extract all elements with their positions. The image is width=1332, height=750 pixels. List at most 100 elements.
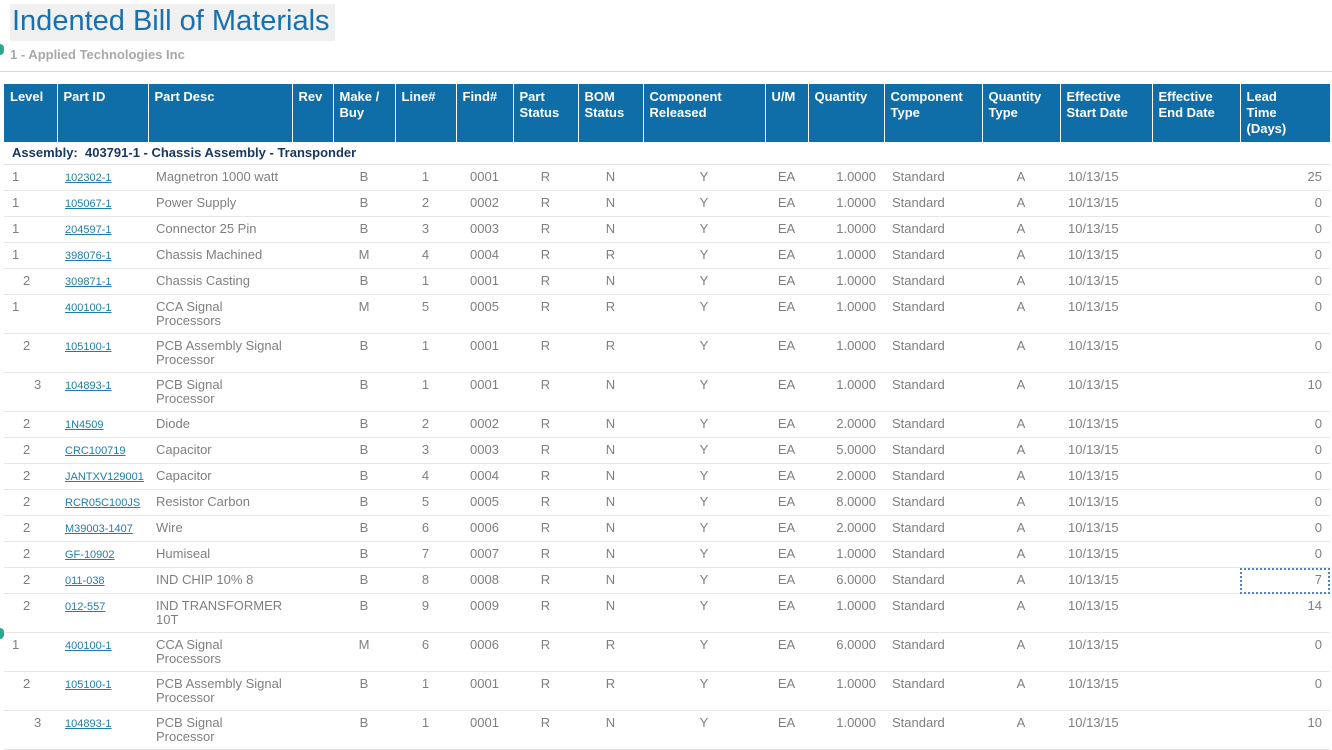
cell-bom_status: N (578, 412, 643, 438)
cell-eff_end (1152, 542, 1240, 568)
cell-bom_status: N (578, 542, 643, 568)
table-row: 2105100-1PCB Assembly Signal ProcessorB1… (4, 672, 1330, 711)
part-id-link[interactable]: 1N4509 (65, 419, 104, 431)
cell-eff_start: 10/13/15 (1060, 295, 1152, 334)
cell-make_buy: B (333, 269, 395, 295)
cell-find_no: 0009 (456, 594, 513, 633)
cell-component_type: Standard (884, 464, 982, 490)
part-id-link[interactable]: JANTXV129001 (65, 471, 144, 483)
cell-um: EA (765, 243, 808, 269)
cell-find_no: 0003 (456, 438, 513, 464)
cell-eff_start: 10/13/15 (1060, 334, 1152, 373)
cell-component_released: Y (643, 412, 765, 438)
cell-quantity: 1.0000 (808, 594, 884, 633)
column-header-lead_time: Lead Time (Days) (1240, 84, 1330, 142)
cell-component_type: Standard (884, 672, 982, 711)
cell-component_released: Y (643, 165, 765, 191)
part-id-link[interactable]: 105100-1 (65, 341, 112, 353)
cell-eff_end (1152, 165, 1240, 191)
cell-eff_start: 10/13/15 (1060, 711, 1152, 750)
cell-quantity_type: A (982, 542, 1060, 568)
part-id-link[interactable]: 102302-1 (65, 172, 112, 184)
cell-um: EA (765, 373, 808, 412)
cell-line_no: 1 (395, 334, 456, 373)
assembly-label: Assembly: (12, 145, 78, 160)
cell-quantity: 6.0000 (808, 568, 884, 594)
part-id-link[interactable]: 398076-1 (65, 250, 112, 262)
part-id-link[interactable]: 012-557 (65, 601, 105, 613)
cell-lead_time-focused[interactable]: 7 (1240, 568, 1330, 594)
cell-find_no: 0005 (456, 490, 513, 516)
cell-part_status: R (513, 438, 578, 464)
cell-line_no: 5 (395, 490, 456, 516)
cell-lead_time: 0 (1240, 464, 1330, 490)
cell-rev (292, 373, 333, 412)
part-id-link[interactable]: 204597-1 (65, 224, 112, 236)
part-id-link[interactable]: GF-10902 (65, 549, 115, 561)
cell-part_desc: PCB Signal Processor (148, 373, 292, 412)
part-id-link[interactable]: CRC100719 (65, 445, 126, 457)
cell-bom_status: N (578, 594, 643, 633)
cell-part_status: R (513, 334, 578, 373)
part-id-link[interactable]: 104893-1 (65, 718, 112, 730)
cell-rev (292, 568, 333, 594)
cell-component_released: Y (643, 711, 765, 750)
cell-component_type: Standard (884, 633, 982, 672)
cell-rev (292, 464, 333, 490)
table-row: 2JANTXV129001CapacitorB40004RNYEA2.0000S… (4, 464, 1330, 490)
part-id-link[interactable]: 400100-1 (65, 302, 112, 314)
cell-part_status: R (513, 243, 578, 269)
cell-eff_end (1152, 464, 1240, 490)
part-id-link[interactable]: 309871-1 (65, 276, 112, 288)
cell-find_no: 0001 (456, 165, 513, 191)
cell-part_id: 012-557 (57, 594, 148, 633)
cell-level: 2 (4, 594, 57, 633)
cell-bom_status: R (578, 334, 643, 373)
cell-find_no: 0004 (456, 243, 513, 269)
cell-component_released: Y (643, 438, 765, 464)
cell-level: 2 (4, 438, 57, 464)
cell-part_id: 105100-1 (57, 672, 148, 711)
cell-part_status: R (513, 711, 578, 750)
part-id-link[interactable]: 105067-1 (65, 198, 112, 210)
cell-line_no: 6 (395, 633, 456, 672)
cell-part_id: 398076-1 (57, 243, 148, 269)
cell-quantity_type: A (982, 217, 1060, 243)
cell-level: 2 (4, 516, 57, 542)
cell-part_status: R (513, 594, 578, 633)
column-header-part_desc: Part Desc (148, 84, 292, 142)
cell-find_no: 0001 (456, 373, 513, 412)
part-id-link[interactable]: M39003-1407 (65, 523, 133, 535)
cell-eff_end (1152, 412, 1240, 438)
cell-quantity_type: A (982, 165, 1060, 191)
cell-eff_end (1152, 334, 1240, 373)
cell-um: EA (765, 490, 808, 516)
cell-component_released: Y (643, 464, 765, 490)
cell-level: 2 (4, 269, 57, 295)
cell-component_type: Standard (884, 568, 982, 594)
part-id-link[interactable]: 104893-1 (65, 380, 112, 392)
cell-rev (292, 633, 333, 672)
cell-find_no: 0001 (456, 711, 513, 750)
cell-line_no: 5 (395, 295, 456, 334)
part-id-link[interactable]: RCR05C100JS (65, 497, 140, 509)
part-id-link[interactable]: 105100-1 (65, 679, 112, 691)
column-header-component_released: Component Released (643, 84, 765, 142)
part-id-link[interactable]: 400100-1 (65, 640, 112, 652)
cell-level: 2 (4, 490, 57, 516)
cell-eff_end (1152, 243, 1240, 269)
cell-quantity: 1.0000 (808, 334, 884, 373)
cell-make_buy: B (333, 217, 395, 243)
cell-eff_end (1152, 594, 1240, 633)
cell-part_id: 309871-1 (57, 269, 148, 295)
cell-part_id: 102302-1 (57, 165, 148, 191)
cell-lead_time: 0 (1240, 633, 1330, 672)
cell-line_no: 1 (395, 269, 456, 295)
cell-rev (292, 490, 333, 516)
cell-lead_time: 0 (1240, 412, 1330, 438)
cell-quantity_type: A (982, 633, 1060, 672)
cell-part_desc: Chassis Casting (148, 269, 292, 295)
cell-eff_start: 10/13/15 (1060, 490, 1152, 516)
cell-lead_time: 0 (1240, 191, 1330, 217)
part-id-link[interactable]: 011-038 (65, 575, 105, 587)
